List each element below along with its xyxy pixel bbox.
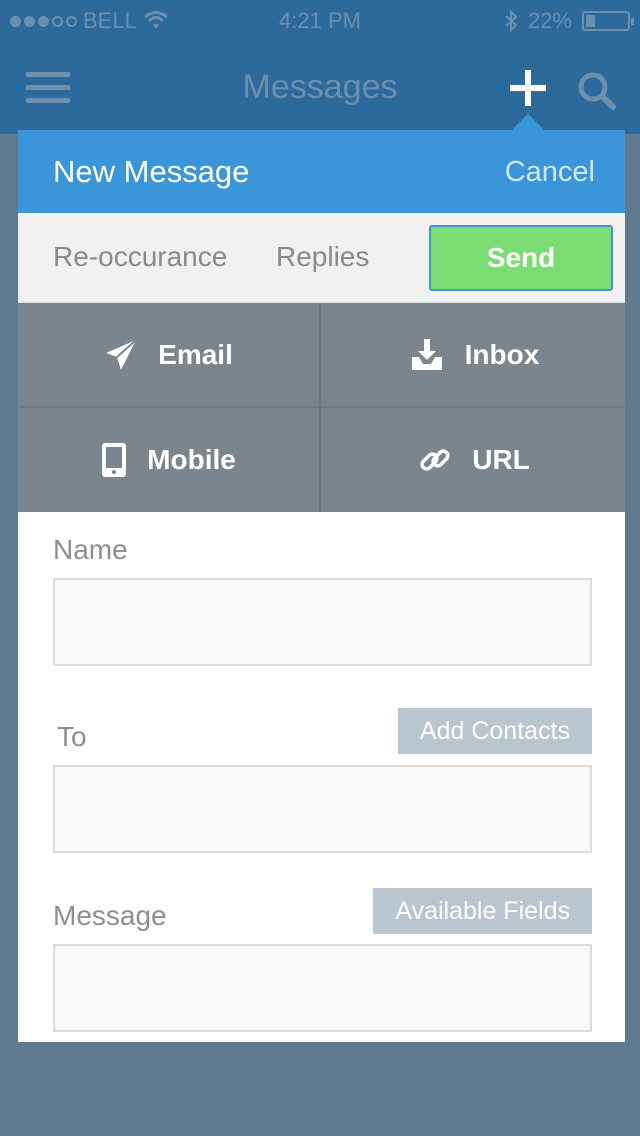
to-label: To: [57, 721, 87, 752]
available-fields-button[interactable]: Available Fields: [373, 888, 592, 934]
channel-label: URL: [472, 444, 530, 475]
cancel-button[interactable]: Cancel: [505, 156, 595, 189]
channel-label: Mobile: [147, 444, 236, 475]
channel-url-button[interactable]: URL: [321, 408, 625, 512]
channel-label: Email: [158, 338, 233, 370]
to-label-row: To Add Contacts: [53, 666, 592, 765]
bluetooth-icon: [505, 10, 518, 32]
options-row: Re-occurance Replies Send: [18, 213, 625, 303]
name-label-row: Name: [53, 512, 592, 578]
link-icon: [420, 449, 450, 471]
battery-icon: [582, 11, 634, 31]
name-label: Name: [53, 534, 128, 565]
plus-icon[interactable]: [508, 68, 548, 108]
message-label: Message: [53, 900, 167, 931]
message-label-row: Message Available Fields: [53, 853, 592, 944]
replies-option[interactable]: Replies: [276, 241, 369, 273]
to-field[interactable]: [53, 765, 592, 853]
paper-plane-icon: [106, 338, 137, 370]
modal-title: New Message: [53, 154, 250, 189]
message-form: Name To Add Contacts Message Available F…: [18, 512, 625, 1032]
inbox-download-icon: [411, 338, 442, 370]
channel-grid: Email Inbox Mobile URL: [18, 303, 625, 512]
popover-pointer: [512, 114, 544, 130]
modal-header: New Message Cancel: [18, 130, 625, 213]
status-bar: BELL 4:21 PM 22%: [0, 0, 640, 40]
add-contacts-button[interactable]: Add Contacts: [397, 708, 592, 754]
channel-inbox-button[interactable]: Inbox: [321, 303, 625, 406]
channel-label: Inbox: [464, 338, 540, 370]
navbar: Messages: [0, 40, 640, 134]
status-right-group: 22%: [504, 8, 634, 34]
search-icon[interactable]: [576, 70, 616, 110]
channel-email-button[interactable]: Email: [18, 303, 319, 406]
message-field[interactable]: [53, 944, 592, 1032]
new-message-modal: New Message Cancel Re-occurance Replies …: [18, 130, 625, 1042]
name-field[interactable]: [53, 578, 592, 666]
send-button[interactable]: Send: [429, 225, 613, 291]
reoccurance-option[interactable]: Re-occurance: [53, 241, 227, 273]
battery-percent: 22%: [527, 8, 572, 33]
mobile-phone-icon: [102, 443, 127, 477]
channel-mobile-button[interactable]: Mobile: [18, 408, 319, 512]
